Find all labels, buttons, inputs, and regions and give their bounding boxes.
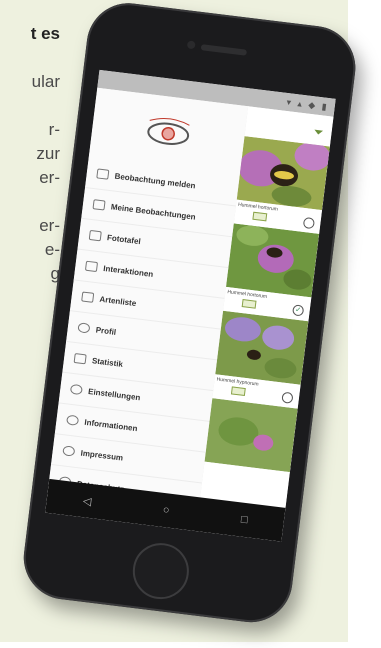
phone-body: ▾ ▴ ◆ ▮ Beobachtung melden Meine Beobach… [19, 0, 361, 627]
home-icon[interactable]: ○ [162, 504, 170, 517]
menu-item-label: Beobachtung melden [114, 171, 197, 190]
filter-icon[interactable]: ⏷ [311, 124, 327, 140]
observation-photo[interactable] [204, 398, 298, 473]
menu-item-label: Fototafel [106, 232, 142, 246]
recent-apps-icon[interactable]: □ [240, 514, 248, 527]
menu-item-label: Interaktionen [102, 263, 154, 279]
observation-photo[interactable] [225, 223, 320, 298]
status-circle-icon[interactable] [281, 391, 294, 404]
menu-item-label: Meine Beobachtungen [110, 201, 197, 222]
menu-item-label: Profil [95, 324, 117, 337]
phone-mockup: ▾ ▴ ◆ ▮ Beobachtung melden Meine Beobach… [0, 0, 381, 648]
status-circle-icon[interactable] [302, 216, 316, 230]
observation-photo[interactable] [215, 310, 309, 385]
photo-tag [230, 386, 246, 397]
menu-item-label: Artenliste [99, 294, 137, 308]
back-icon[interactable]: ◁ [82, 494, 92, 508]
observation-photo[interactable] [236, 136, 331, 211]
image-icon [88, 229, 102, 242]
menu-item-label: Impressum [80, 447, 124, 463]
folder-icon [92, 199, 106, 211]
user-icon [77, 322, 91, 334]
info-icon [66, 414, 80, 426]
warning-icon [84, 260, 99, 273]
photo-tag [252, 211, 268, 222]
menu-item-label: Statistik [91, 355, 124, 369]
background-text-line: t es [30, 24, 60, 43]
menu-item-label: Informationen [83, 417, 138, 433]
list-icon [81, 291, 95, 303]
camera-icon [96, 168, 110, 180]
phone-screen: ▾ ▴ ◆ ▮ Beobachtung melden Meine Beobach… [45, 69, 336, 542]
info-icon [62, 445, 76, 457]
chart-icon [73, 353, 87, 365]
app-logo [139, 111, 199, 152]
photo-tag [241, 299, 257, 309]
speaker-grille [200, 44, 248, 56]
home-button[interactable] [129, 539, 193, 603]
front-camera [186, 40, 196, 50]
gear-icon [69, 383, 83, 396]
menu-item-label: Einstellungen [87, 386, 141, 402]
check-icon[interactable]: ✓ [292, 304, 305, 317]
status-icons: ▾ ▴ ◆ ▮ [285, 96, 330, 113]
